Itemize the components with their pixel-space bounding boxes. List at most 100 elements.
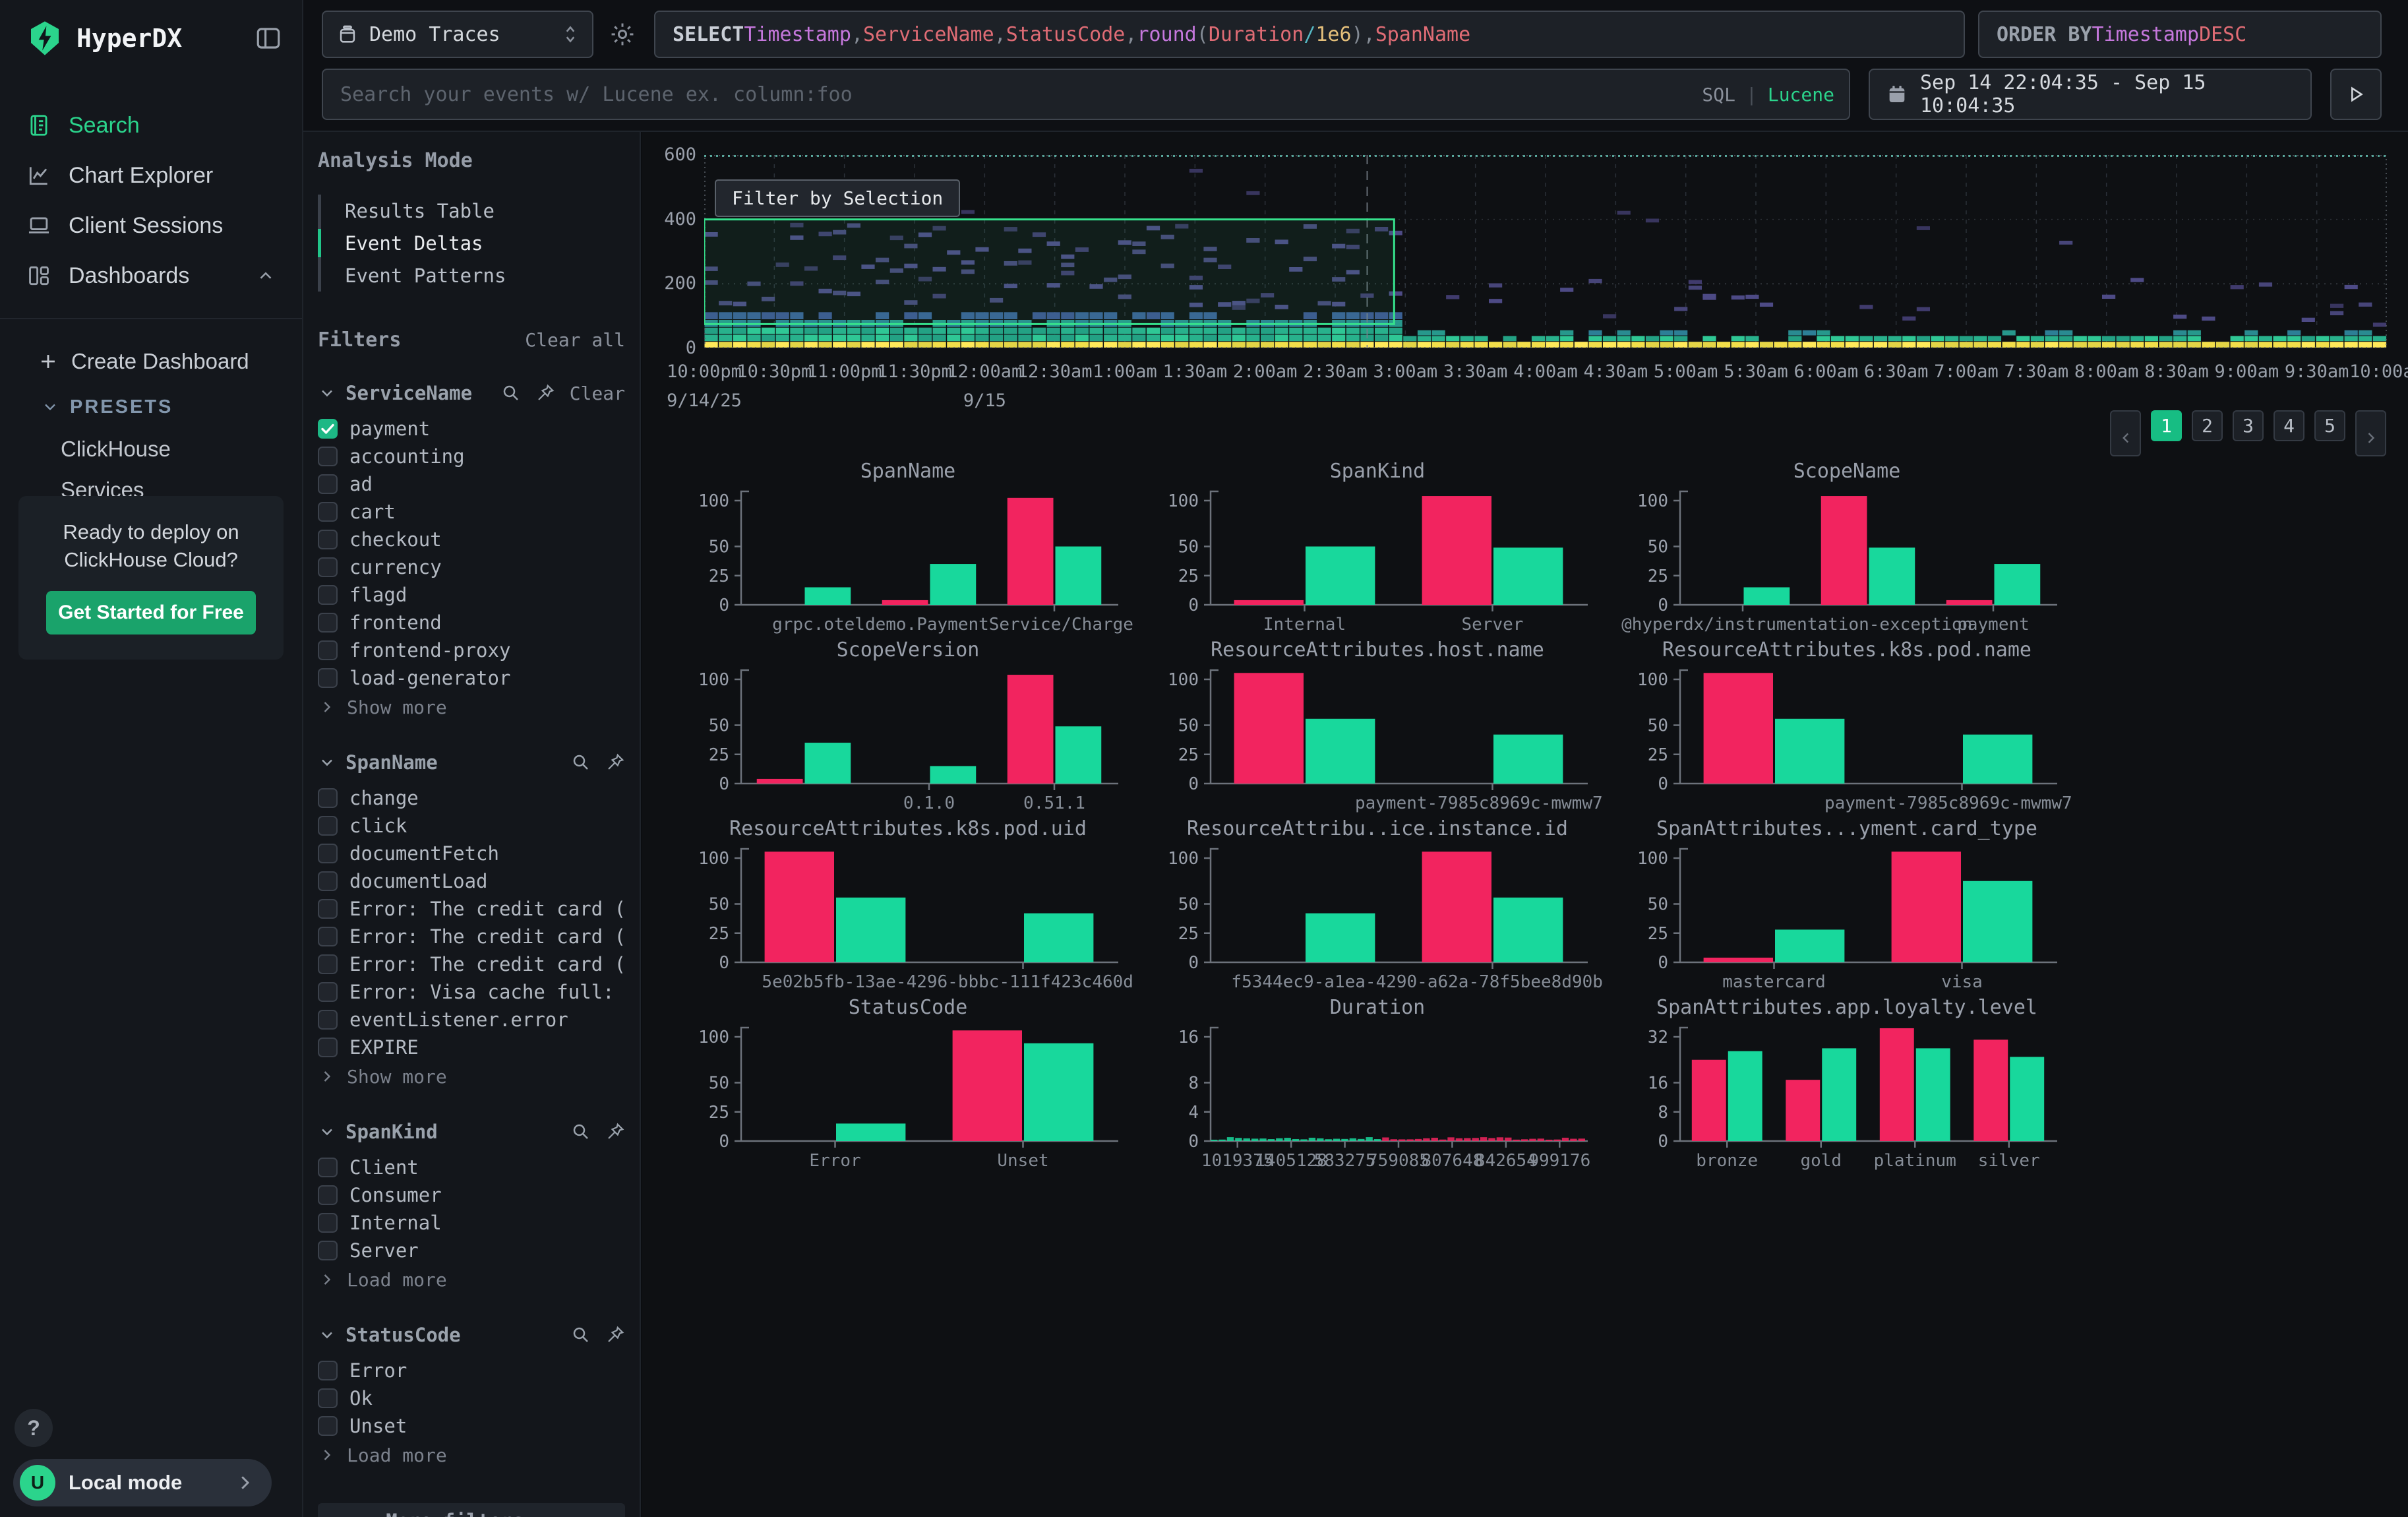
filter-option-error-the-credit-card[interactable]: Error: The credit card (… (318, 923, 625, 950)
filter-option-server[interactable]: Server (318, 1237, 625, 1264)
checkbox[interactable] (318, 954, 338, 974)
filter-option-client[interactable]: Client (318, 1154, 625, 1181)
help-button[interactable]: ? (15, 1409, 53, 1447)
lang-lucene-option[interactable]: Lucene (1768, 84, 1834, 106)
order-by-input[interactable]: ORDER BY Timestamp DESC (1978, 11, 2382, 58)
filter-option-documentload[interactable]: documentLoad (318, 867, 625, 895)
checkbox[interactable] (318, 585, 338, 605)
checkbox[interactable] (318, 1241, 338, 1260)
sidebar-item-search[interactable]: Search (0, 100, 302, 150)
clear-group-button[interactable]: Clear (570, 383, 625, 404)
date-range-picker[interactable]: Sep 14 22:04:35 - Sep 15 10:04:35 (1869, 69, 2312, 120)
filter-option-change[interactable]: change (318, 784, 625, 812)
pin-icon[interactable] (605, 1122, 625, 1142)
get-started-button[interactable]: Get Started for Free (46, 591, 256, 635)
pin-icon[interactable] (605, 1325, 625, 1345)
pagination-page-1[interactable]: 1 (2151, 410, 2182, 441)
local-mode-menu[interactable]: U Local mode (13, 1459, 272, 1506)
chevron-down-icon[interactable] (318, 1123, 336, 1141)
filter-option-accounting[interactable]: accounting (318, 443, 625, 470)
filter-option-error-the-credit-card[interactable]: Error: The credit card (… (318, 895, 625, 923)
checkbox[interactable] (318, 640, 338, 660)
filter-option-frontend-proxy[interactable]: frontend-proxy (318, 636, 625, 664)
analysis-mode-event-patterns[interactable]: Event Patterns (321, 259, 625, 292)
source-settings-button[interactable] (607, 20, 638, 48)
checkbox[interactable] (318, 1213, 338, 1233)
preset-clickhouse[interactable]: ClickHouse (0, 429, 302, 470)
checkbox[interactable] (318, 871, 338, 891)
checkbox[interactable] (318, 1185, 338, 1205)
checkbox[interactable] (318, 1361, 338, 1380)
filter-option-error-the-credit-card[interactable]: Error: The credit card (… (318, 950, 625, 978)
pin-icon[interactable] (605, 753, 625, 772)
analysis-mode-event-deltas[interactable]: Event Deltas (321, 227, 625, 259)
filter-option-consumer[interactable]: Consumer (318, 1181, 625, 1209)
checkbox[interactable] (318, 816, 338, 836)
chevron-down-icon[interactable] (318, 384, 336, 402)
sidebar-item-client-sessions[interactable]: Client Sessions (0, 201, 302, 251)
checkbox[interactable] (318, 557, 338, 577)
checkbox[interactable] (318, 844, 338, 863)
search-icon[interactable] (571, 753, 591, 772)
checkbox[interactable] (318, 899, 338, 919)
lang-sql-option[interactable]: SQL (1702, 84, 1735, 106)
filter-option-unset[interactable]: Unset (318, 1412, 625, 1440)
checkbox[interactable] (318, 1416, 338, 1436)
checkbox[interactable] (318, 530, 338, 549)
checkbox[interactable] (318, 1158, 338, 1177)
search-icon[interactable] (571, 1122, 591, 1142)
pagination-page-3[interactable]: 3 (2233, 410, 2264, 441)
filter-option-documentfetch[interactable]: documentFetch (318, 840, 625, 867)
run-query-button[interactable] (2330, 69, 2382, 120)
filter-option-internal[interactable]: Internal (318, 1209, 625, 1237)
pagination-page-4[interactable]: 4 (2273, 410, 2304, 441)
show-more-spanname[interactable]: Show more (318, 1063, 625, 1090)
checkbox[interactable] (318, 1388, 338, 1408)
checkbox[interactable] (318, 927, 338, 946)
pin-icon[interactable] (535, 383, 555, 403)
checkbox[interactable] (318, 447, 338, 466)
checkbox[interactable] (318, 1037, 338, 1057)
checkbox[interactable] (318, 613, 338, 633)
more-filters-button[interactable]: More filters (318, 1503, 625, 1517)
search-icon[interactable] (501, 383, 521, 403)
filter-option-error-visa-cache-full[interactable]: Error: Visa cache full: … (318, 978, 625, 1006)
sidebar-item-dashboards[interactable]: Dashboards (0, 251, 302, 301)
load-more-statuscode[interactable]: Load more (318, 1441, 625, 1469)
checkbox[interactable] (318, 668, 338, 688)
search-icon[interactable] (571, 1325, 591, 1345)
filter-option-currency[interactable]: currency (318, 553, 625, 581)
checkbox-checked[interactable] (318, 419, 338, 439)
source-select[interactable]: Demo Traces (322, 11, 593, 58)
pagination-next-button[interactable] (2355, 410, 2386, 456)
filter-option-expire[interactable]: EXPIRE (318, 1034, 625, 1061)
filter-option-payment[interactable]: payment (318, 415, 625, 443)
filter-option-load-generator[interactable]: load-generator (318, 664, 625, 692)
checkbox[interactable] (318, 1010, 338, 1030)
filter-option-eventlistener-error[interactable]: eventListener.error (318, 1006, 625, 1034)
sidebar-item-chart-explorer[interactable]: Chart Explorer (0, 150, 302, 201)
filter-option-error[interactable]: Error (318, 1357, 625, 1384)
checkbox[interactable] (318, 982, 338, 1002)
chevron-down-icon[interactable] (318, 1326, 336, 1344)
presets-toggle[interactable]: PRESETS (0, 385, 302, 429)
pagination-page-5[interactable]: 5 (2314, 410, 2345, 441)
chevron-down-icon[interactable] (318, 753, 336, 772)
filter-option-cart[interactable]: cart (318, 498, 625, 526)
analysis-mode-results-table[interactable]: Results Table (321, 195, 625, 227)
filter-option-flagd[interactable]: flagd (318, 581, 625, 609)
filter-option-ok[interactable]: Ok (318, 1384, 625, 1412)
collapse-sidebar-icon[interactable] (255, 24, 282, 52)
filter-option-checkout[interactable]: checkout (318, 526, 625, 553)
search-input[interactable] (322, 69, 1850, 120)
clear-all-filters-button[interactable]: Clear all (525, 329, 625, 351)
pagination-prev-button[interactable] (2110, 410, 2141, 456)
show-more-servicename[interactable]: Show more (318, 693, 625, 721)
filter-by-selection-button[interactable]: Filter by Selection (715, 179, 960, 217)
checkbox[interactable] (318, 502, 338, 522)
filter-option-frontend[interactable]: frontend (318, 609, 625, 636)
create-dashboard-button[interactable]: Create Dashboard (0, 338, 302, 385)
load-more-spankind[interactable]: Load more (318, 1266, 625, 1293)
pagination-page-2[interactable]: 2 (2192, 410, 2223, 441)
sql-select-input[interactable]: SELECT Timestamp, ServiceName, StatusCod… (654, 11, 1965, 58)
